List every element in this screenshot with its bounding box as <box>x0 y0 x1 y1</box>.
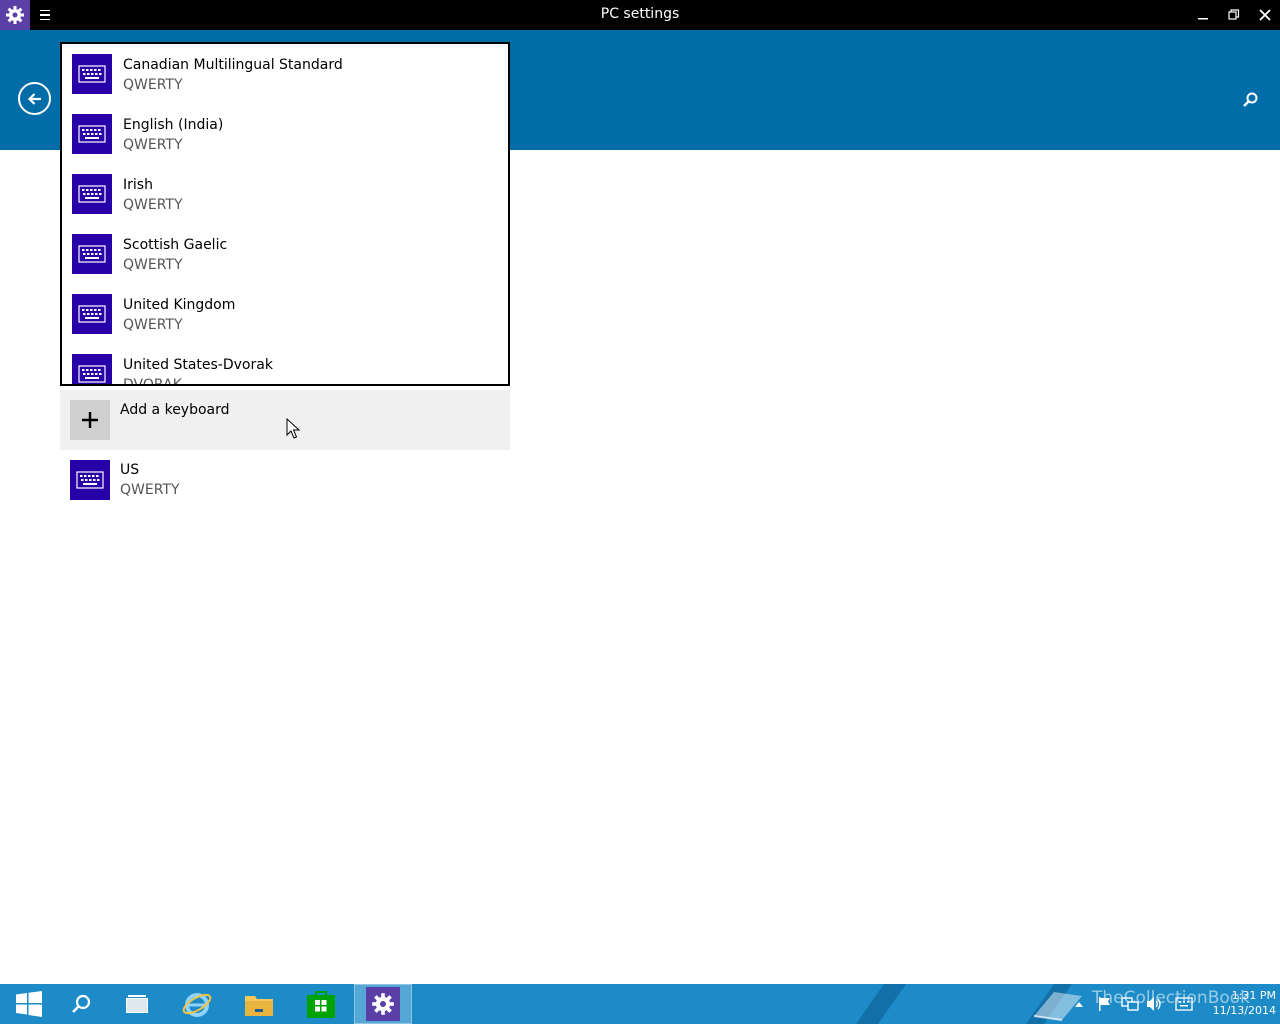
keyboard-icon <box>72 54 112 94</box>
taskbar-decoration <box>855 984 907 1024</box>
start-icon <box>16 991 42 1017</box>
installed-keyboard-name: US <box>120 462 140 478</box>
internet-explorer-icon <box>182 993 212 1017</box>
close-button[interactable] <box>1250 0 1280 30</box>
clock-time: 1:31 PM <box>1231 989 1276 1002</box>
keyboard-icon <box>72 354 112 384</box>
settings-icon <box>372 993 394 1015</box>
search-button[interactable] <box>1240 90 1260 110</box>
window-title: PC settings <box>600 6 680 22</box>
plus-icon <box>70 400 110 440</box>
keyboard-option-layout: DVORAK <box>123 377 182 386</box>
taskbar-search-button[interactable] <box>52 984 110 1024</box>
volume-icon[interactable] <box>1144 984 1164 1024</box>
keyboard-option[interactable]: United States-Dvorak DVORAK <box>72 354 502 386</box>
keyboard-option[interactable]: English (India) QWERTY <box>72 114 502 174</box>
keyboard-option-name: English (India) <box>123 117 224 133</box>
action-center-flag-icon[interactable] <box>1096 984 1114 1024</box>
restore-button[interactable] <box>1219 0 1249 30</box>
start-button[interactable] <box>0 984 58 1024</box>
keyboard-option-name: Scottish Gaelic <box>123 237 228 253</box>
store-button[interactable] <box>292 984 350 1024</box>
keyboard-option[interactable]: Irish QWERTY <box>72 174 502 234</box>
keyboard-option-layout: QWERTY <box>123 317 183 333</box>
network-icon[interactable] <box>1120 984 1140 1024</box>
search-icon <box>1243 92 1258 107</box>
keyboard-option-name: Irish <box>123 177 153 193</box>
store-icon <box>307 991 335 1018</box>
keyboard-icon <box>72 234 112 274</box>
search-icon <box>72 994 91 1013</box>
keyboard-option-layout: QWERTY <box>123 197 183 213</box>
add-keyboard-button[interactable]: Add a keyboard <box>60 390 510 450</box>
mouse-cursor-icon <box>286 417 302 440</box>
keyboard-option[interactable]: Scottish Gaelic QWERTY <box>72 234 502 294</box>
task-view-icon <box>126 995 148 1013</box>
task-view-button[interactable] <box>108 984 166 1024</box>
keyboard-icon <box>72 174 112 214</box>
back-button[interactable] <box>18 82 51 115</box>
file-explorer-icon <box>245 996 273 1016</box>
system-clock[interactable]: 1:31 PM 11/13/2014 <box>1196 988 1276 1018</box>
keyboard-option-name: United Kingdom <box>123 297 236 313</box>
keyboard-option-layout: QWERTY <box>123 77 183 93</box>
taskbar: TheCollectionBook 1:31 PM 11/13/2014 <box>0 984 1280 1024</box>
add-keyboard-label: Add a keyboard <box>120 402 230 418</box>
internet-explorer-button[interactable] <box>168 984 226 1024</box>
clock-date: 11/13/2014 <box>1212 1004 1276 1017</box>
title-bar: PC settings <box>0 0 1280 30</box>
keyboard-option-layout: QWERTY <box>123 257 183 273</box>
keyboard-icon <box>70 460 110 500</box>
settings-taskbar-button[interactable] <box>354 984 412 1024</box>
minimize-button[interactable] <box>1188 0 1218 30</box>
keyboard-option-layout: QWERTY <box>123 137 183 153</box>
keyboard-dropdown-list[interactable]: Canadian Multilingual Standard QWERTY En… <box>60 42 510 386</box>
show-hidden-icons-chevron-up-icon[interactable] <box>1072 984 1086 1024</box>
keyboard-option[interactable]: United Kingdom QWERTY <box>72 294 502 354</box>
file-explorer-button[interactable] <box>230 984 288 1024</box>
keyboard-option-name: Canadian Multilingual Standard <box>123 57 343 73</box>
back-arrow-icon <box>27 92 41 105</box>
keyboard-option-name: United States-Dvorak <box>123 357 273 373</box>
keyboard-language-icon[interactable] <box>1174 984 1194 1024</box>
installed-keyboard-layout: QWERTY <box>120 482 180 498</box>
keyboard-icon <box>72 294 112 334</box>
installed-keyboard-item[interactable]: US QWERTY <box>70 460 510 504</box>
keyboard-icon <box>72 114 112 154</box>
keyboard-option[interactable]: Canadian Multilingual Standard QWERTY <box>72 54 502 114</box>
